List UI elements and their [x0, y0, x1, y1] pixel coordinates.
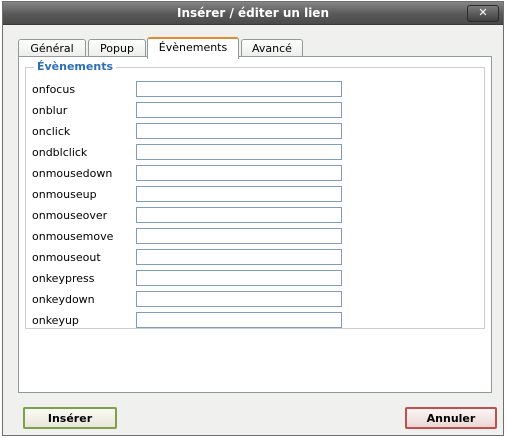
onfocus-input[interactable]	[136, 81, 342, 97]
event-row-onmouseup: onmouseup	[26, 185, 484, 205]
event-row-onmouseover: onmouseover	[26, 206, 484, 226]
event-label: onmouseup	[32, 188, 97, 201]
link-dialog: Insérer / éditer un lien ✕ Général Popup…	[2, 1, 504, 436]
onkeyup-input[interactable]	[136, 312, 342, 328]
tab-advanced[interactable]: Avancé	[241, 39, 303, 57]
tab-popup[interactable]: Popup	[88, 39, 146, 57]
event-row-onkeydown: onkeydown	[26, 290, 484, 310]
dialog-title: Insérer / éditer un lien	[177, 6, 329, 20]
cancel-button[interactable]: Annuler	[405, 407, 497, 429]
close-icon[interactable]: ✕	[467, 5, 499, 22]
event-label: onmousedown	[32, 167, 113, 180]
event-label: onkeyup	[32, 314, 79, 327]
event-row-onfocus: onfocus	[26, 80, 484, 100]
event-label: onkeypress	[32, 272, 95, 285]
event-row-ondblclick: ondblclick	[26, 143, 484, 163]
event-label: onmouseover	[32, 209, 108, 222]
event-label: onclick	[32, 125, 71, 138]
event-row-onclick: onclick	[26, 122, 484, 142]
onmouseup-input[interactable]	[136, 186, 342, 202]
event-row-onkeypress: onkeypress	[26, 269, 484, 289]
event-label: onkeydown	[32, 293, 95, 306]
title-bar[interactable]: Insérer / éditer un lien ✕	[3, 2, 503, 25]
event-row-onmouseout: onmouseout	[26, 248, 484, 268]
events-fieldset: Évènements onfocus onblur onclick ondblc…	[25, 60, 485, 331]
tab-events[interactable]: Évènements	[147, 37, 239, 59]
event-label: onmouseout	[32, 251, 101, 264]
event-row-onblur: onblur	[26, 101, 484, 121]
event-row-onmousemove: onmousemove	[26, 227, 484, 247]
event-label: onmousemove	[32, 230, 114, 243]
insert-button[interactable]: Insérer	[23, 407, 117, 429]
onmouseout-input[interactable]	[136, 249, 342, 265]
onblur-input[interactable]	[136, 102, 342, 118]
onkeydown-input[interactable]	[136, 291, 342, 307]
ondblclick-input[interactable]	[136, 144, 342, 160]
onkeypress-input[interactable]	[136, 270, 342, 286]
events-panel: Évènements onfocus onblur onclick ondblc…	[18, 56, 492, 393]
event-label: onfocus	[32, 83, 76, 96]
event-label: onblur	[32, 104, 68, 117]
onmousemove-input[interactable]	[136, 228, 342, 244]
event-row-onkeyup: onkeyup	[26, 311, 484, 331]
tab-general[interactable]: Général	[18, 39, 86, 57]
onclick-input[interactable]	[136, 123, 342, 139]
event-label: ondblclick	[32, 146, 88, 159]
events-legend: Évènements	[34, 60, 116, 73]
onmouseover-input[interactable]	[136, 207, 342, 223]
onmousedown-input[interactable]	[136, 165, 342, 181]
event-row-onmousedown: onmousedown	[26, 164, 484, 184]
